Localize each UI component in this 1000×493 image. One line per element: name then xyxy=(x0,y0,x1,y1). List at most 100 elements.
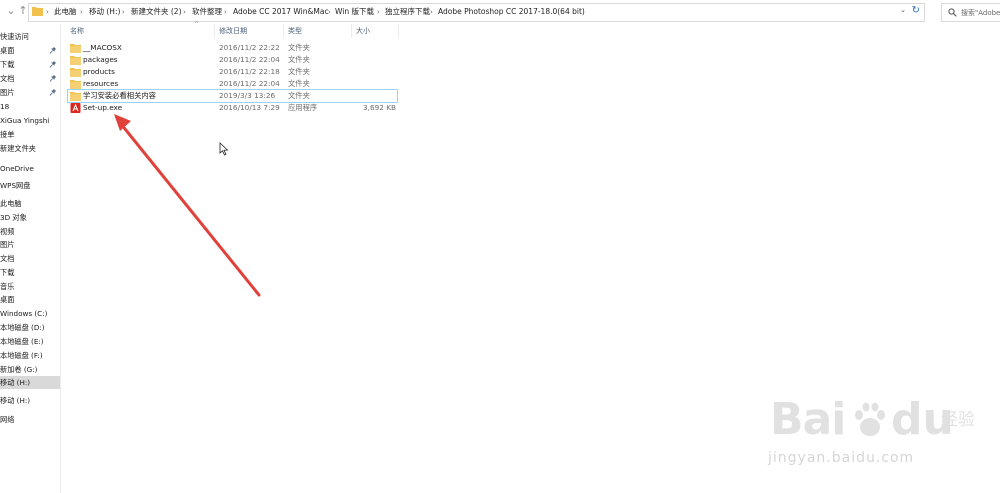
nav-item[interactable]: 3D 对象 xyxy=(0,211,60,224)
breadcrumb-separator: › xyxy=(46,8,49,16)
column-header-row: ^ 名称 修改日期 类型 大小 xyxy=(60,21,1000,38)
column-header-type[interactable]: 类型 xyxy=(288,25,302,37)
nav-item-label: 快速访问 xyxy=(0,32,29,41)
nav-item[interactable]: 接单 xyxy=(0,128,60,141)
nav-item-label: 本地磁盘 (D:) xyxy=(0,323,45,332)
column-divider[interactable] xyxy=(283,24,284,38)
baidu-paw-icon xyxy=(855,402,885,436)
file-row[interactable]: packages 2016/11/2 22:04 文件夹 xyxy=(68,54,397,66)
nav-item[interactable]: OneDrive xyxy=(0,162,60,175)
column-divider[interactable] xyxy=(398,24,399,38)
file-name: Set-up.exe xyxy=(83,103,123,112)
pin-icon[interactable] xyxy=(49,88,57,97)
file-row[interactable]: Set-up.exe 2016/10/13 7:29 应用程序 3,692 KB xyxy=(68,102,397,114)
breadcrumb-separator: › xyxy=(430,8,433,16)
nav-item-label: Windows (C:) xyxy=(0,309,48,318)
nav-item-label: WPS网盘 xyxy=(0,181,31,190)
adobe-setup-icon xyxy=(70,103,81,113)
baidu-jingyan-watermark: Bai du 经验 jingyan.baidu.com xyxy=(765,395,980,475)
nav-item[interactable]: 下载 xyxy=(0,266,60,279)
file-date: 2019/3/3 13:26 xyxy=(219,91,276,100)
nav-item-label: 新建文件夹 xyxy=(0,144,36,153)
nav-item[interactable]: 快速访问 xyxy=(0,30,60,43)
column-divider[interactable] xyxy=(214,24,215,38)
folder-icon xyxy=(70,80,81,89)
folder-icon xyxy=(70,68,81,77)
nav-item-label: 图片 xyxy=(0,88,15,97)
nav-item[interactable]: XiGua Yingshi xyxy=(0,114,60,127)
file-type: 文件夹 xyxy=(288,91,310,100)
nav-item[interactable]: 视频 xyxy=(0,225,60,238)
nav-item-label: 移动 (H:) xyxy=(0,378,31,387)
nav-item[interactable]: 桌面 xyxy=(0,293,60,306)
file-type: 文件夹 xyxy=(288,67,310,76)
file-row[interactable]: products 2016/11/2 22:18 文件夹 xyxy=(68,66,397,78)
breadcrumb-item[interactable]: 移动 (H:) xyxy=(89,7,120,17)
file-name: products xyxy=(83,67,115,76)
nav-item-label: XiGua Yingshi xyxy=(0,116,50,125)
chevron-down-icon[interactable]: ⌄ xyxy=(900,6,906,14)
file-date: 2016/11/2 22:22 xyxy=(219,43,280,52)
file-row[interactable]: __MACOSX 2016/11/2 22:22 文件夹 xyxy=(68,42,397,54)
folder-icon xyxy=(70,56,81,65)
nav-item-label: 下载 xyxy=(0,60,15,69)
breadcrumb-item[interactable]: Adobe Photoshop CC 2017-18.0(64 bit) xyxy=(438,7,585,17)
nav-item[interactable]: 桌面 xyxy=(0,44,60,57)
nav-item[interactable]: 新加卷 (G:) xyxy=(0,363,60,376)
search-input[interactable]: 搜索"Adobe Pho xyxy=(941,3,1000,22)
nav-item[interactable]: 图片 xyxy=(0,86,60,99)
breadcrumb-item[interactable]: 此电脑 xyxy=(54,7,77,17)
nav-item-label: OneDrive xyxy=(0,164,34,173)
file-date: 2016/11/2 22:04 xyxy=(219,55,280,64)
pin-icon[interactable] xyxy=(49,74,57,83)
pin-icon[interactable] xyxy=(49,46,57,55)
search-icon xyxy=(948,8,957,17)
nav-item-label: 移动 (H:) xyxy=(0,396,31,405)
nav-item[interactable]: 图片 xyxy=(0,238,60,251)
nav-item[interactable]: 文档 xyxy=(0,252,60,265)
nav-item-label: 音乐 xyxy=(0,282,15,291)
breadcrumb-item[interactable]: Win 版下载 xyxy=(335,7,374,17)
nav-item[interactable]: 网络 xyxy=(0,413,60,426)
nav-item[interactable]: 本地磁盘 (D:) xyxy=(0,321,60,334)
breadcrumb-item[interactable]: 独立程序下载 xyxy=(385,7,430,17)
nav-item-label: 文档 xyxy=(0,254,15,263)
nav-item[interactable]: 本地磁盘 (E:) xyxy=(0,335,60,348)
nav-item-label: 桌面 xyxy=(0,46,15,55)
column-header-date[interactable]: 修改日期 xyxy=(219,25,247,37)
nav-item-label: 文档 xyxy=(0,74,15,83)
nav-item[interactable]: 移动 (H:) xyxy=(0,394,60,407)
nav-item[interactable]: 本地磁盘 (F:) xyxy=(0,349,60,362)
breadcrumb-item[interactable]: 新建文件夹 (2) xyxy=(131,7,182,17)
file-name: 学习安装必看相关内容 xyxy=(83,91,156,100)
file-type: 文件夹 xyxy=(288,43,310,52)
breadcrumb-separator: › xyxy=(122,8,125,16)
nav-item[interactable]: 移动 (H:) xyxy=(0,376,60,389)
nav-item[interactable]: 音乐 xyxy=(0,280,60,293)
file-row[interactable]: resources 2016/11/2 22:04 文件夹 xyxy=(68,78,397,90)
nav-item[interactable]: 18 xyxy=(0,100,60,113)
nav-item-label: 18 xyxy=(0,102,10,111)
pin-icon[interactable] xyxy=(49,60,57,69)
nav-item[interactable]: Windows (C:) xyxy=(0,307,60,320)
nav-item[interactable]: 文档 xyxy=(0,72,60,85)
nav-item[interactable]: 下载 xyxy=(0,58,60,71)
watermark-url: jingyan.baidu.com xyxy=(768,450,915,466)
address-bar[interactable]: › 此电脑 › 移动 (H:) › 新建文件夹 (2) › 软件整理 › Ado… xyxy=(28,3,925,22)
column-divider[interactable] xyxy=(351,24,352,38)
file-row[interactable]: 学习安装必看相关内容 2019/3/3 13:26 文件夹 xyxy=(67,89,398,103)
nav-item-label: 桌面 xyxy=(0,295,15,304)
breadcrumb-separator: › xyxy=(328,8,331,16)
nav-item-label: 网络 xyxy=(0,415,15,424)
breadcrumb-item[interactable]: 软件整理 xyxy=(192,7,222,17)
nav-item-label: 接单 xyxy=(0,130,15,139)
column-header-name[interactable]: 名称 xyxy=(70,25,84,37)
nav-item-label: 此电脑 xyxy=(0,199,22,208)
breadcrumb-item[interactable]: Adobe CC 2017 Win&Mac xyxy=(233,7,329,17)
refresh-icon[interactable]: ↻ xyxy=(912,5,920,17)
nav-item[interactable]: 新建文件夹 xyxy=(0,142,60,155)
file-type: 文件夹 xyxy=(288,79,310,88)
nav-item[interactable]: 此电脑 xyxy=(0,197,60,210)
nav-item[interactable]: WPS网盘 xyxy=(0,179,60,192)
column-header-size[interactable]: 大小 xyxy=(356,25,370,37)
